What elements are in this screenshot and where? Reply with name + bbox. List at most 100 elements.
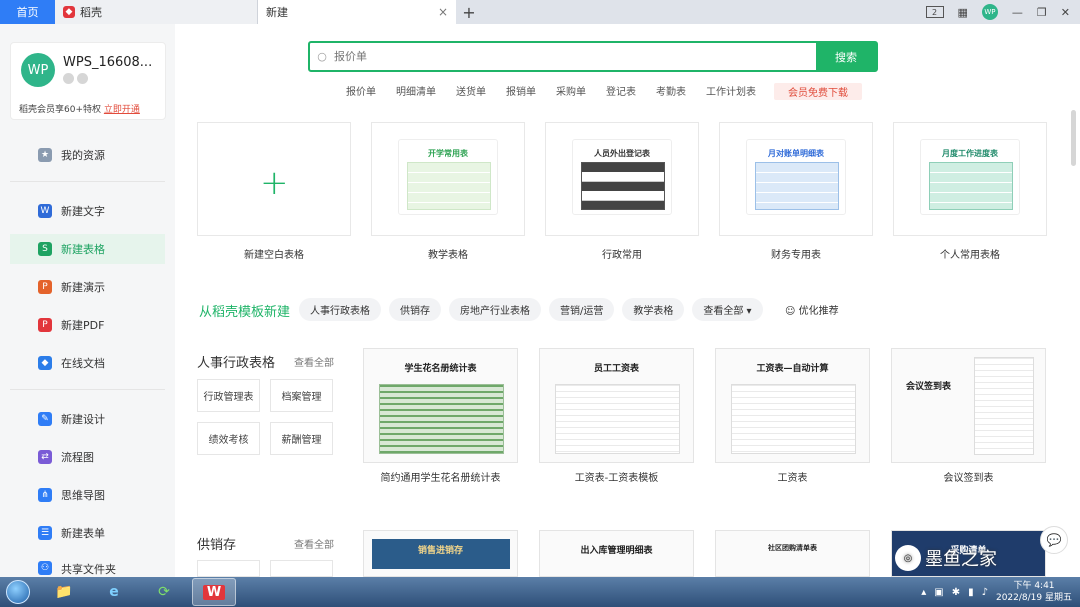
sidebar-item-online-doc[interactable]: ◆ 在线文档	[10, 348, 165, 378]
template-card[interactable]: 工资表—自动计算	[715, 348, 870, 463]
new-blank-sheet-card[interactable]: +	[197, 122, 351, 236]
template-label: 会议签到表	[943, 473, 994, 484]
search-input[interactable]	[334, 43, 816, 70]
search-button[interactable]: 搜索	[816, 43, 876, 70]
tab-new[interactable]: 新建 ×	[258, 0, 456, 24]
vip-download-badge[interactable]: 会员免费下载	[774, 83, 862, 100]
hotword-link[interactable]: 考勤表	[656, 83, 686, 100]
volume-icon[interactable]: ♪	[982, 587, 988, 598]
hotword-list: 报价单 明细清单 送货单 报销单 采购单 登记表 考勤表 工作计划表 会员免费下…	[346, 83, 882, 100]
thumb-rows	[731, 384, 856, 454]
account-avatar-icon[interactable]: WP	[981, 4, 998, 20]
category-chip[interactable]: 人事行政表格	[299, 298, 381, 321]
restore-icon[interactable]: ❐	[1037, 6, 1047, 19]
apps-grid-icon[interactable]: ▦	[958, 6, 968, 19]
sidebar-item-shared-folder[interactable]: ⚇ 共享文件夹	[10, 556, 165, 577]
clock-time: 下午 4:41	[1013, 581, 1055, 591]
template-card[interactable]: 员工工资表	[539, 348, 694, 463]
bluetooth-icon[interactable]: ✱	[952, 587, 960, 598]
vip-text: 稻壳会员享60+特权	[19, 105, 101, 115]
thumb-grid	[929, 162, 1013, 210]
hotword-link[interactable]: 采购单	[556, 83, 586, 100]
chat-icon[interactable]: 💬	[1040, 526, 1068, 554]
scrollbar[interactable]	[1071, 110, 1076, 166]
hotword-link[interactable]: 登记表	[606, 83, 636, 100]
thumb-title: 月对账单明细表	[768, 149, 824, 158]
refresh-app-icon[interactable]: ⟳	[142, 578, 186, 606]
subcategory-button[interactable]: 薪酬管理	[270, 422, 333, 455]
mindmap-icon: ⋔	[38, 488, 52, 502]
sidebar-item-mindmap[interactable]: ⋔ 思维导图	[10, 480, 165, 510]
tab-daoke[interactable]: ◆ 稻壳	[55, 0, 258, 24]
hotword-link[interactable]: 工作计划表	[706, 83, 756, 100]
sidebar-item-label: 新建演示	[61, 281, 105, 294]
wps-taskbar-icon[interactable]: W	[192, 578, 236, 606]
card-thumbnail: 开学常用表	[398, 139, 498, 215]
sidebar-item-my-resources[interactable]: ★ 我的资源	[10, 140, 165, 170]
template-card[interactable]: 会议签到表	[891, 348, 1046, 463]
windows-taskbar: 📁 e ⟳ W ▴ ▣ ✱ ▮ ♪ 下午 4:41 2022/8/19 星期五	[0, 577, 1080, 607]
view-all-dropdown[interactable]: 查看全部 ▾	[692, 298, 763, 321]
sidebar-item-new-doc[interactable]: W 新建文字	[10, 196, 165, 226]
thumb-grid	[755, 162, 839, 210]
category-chip[interactable]: 营销/运营	[549, 298, 615, 321]
start-button[interactable]	[0, 577, 36, 607]
personal-sheet-card[interactable]: 月度工作进度表	[893, 122, 1047, 236]
watermark: ◎ 墨鱼之家	[895, 545, 997, 571]
hotword-link[interactable]: 报销单	[506, 83, 536, 100]
sidebar-item-new-pdf[interactable]: P 新建PDF	[10, 310, 165, 340]
sidebar-item-label: 新建表单	[61, 527, 105, 540]
template-heading: 从稻壳模板新建	[199, 305, 291, 320]
ppt-icon: P	[38, 280, 52, 294]
close-tab-icon[interactable]: ×	[438, 5, 448, 19]
network-icon[interactable]: ▮	[968, 587, 974, 598]
category-chip[interactable]: 房地产行业表格	[449, 298, 541, 321]
sidebar-item-new-sheet[interactable]: S 新建表格	[10, 234, 165, 264]
sidebar-item-new-design[interactable]: ✎ 新建设计	[10, 404, 165, 434]
category-chip[interactable]: 供销存	[389, 298, 441, 321]
watermark-text: 墨鱼之家	[925, 549, 997, 570]
layout-icon[interactable]: 2	[925, 6, 944, 18]
subcategory-button[interactable]: 行政管理表	[197, 379, 260, 412]
explorer-icon[interactable]: 📁	[42, 578, 86, 606]
section-title: 供销存	[197, 538, 237, 553]
finance-sheet-card[interactable]: 月对账单明细表	[719, 122, 873, 236]
template-card[interactable]: 学生花名册统计表	[363, 348, 518, 463]
ie-icon[interactable]: e	[92, 578, 136, 606]
view-all-link[interactable]: 查看全部	[294, 354, 334, 369]
subcategory-button[interactable]	[197, 560, 260, 577]
tray-expand-icon[interactable]: ▴	[921, 587, 926, 598]
sheet-icon: S	[38, 242, 52, 256]
category-chip[interactable]: 教学表格	[622, 298, 685, 321]
teaching-sheet-card[interactable]: 开学常用表	[371, 122, 525, 236]
view-all-link[interactable]: 查看全部	[294, 536, 334, 551]
word-icon: W	[38, 204, 52, 218]
subcategory-button[interactable]: 档案管理	[270, 379, 333, 412]
vip-promo: 稻壳会员享60+特权 立即开通	[19, 102, 140, 115]
optimize-recommend[interactable]: ☺ 优化推荐	[785, 302, 839, 317]
user-card[interactable]: WP WPS_16608... 稻壳会员享60+特权 立即开通	[10, 42, 166, 120]
user-name: WPS_16608...	[63, 55, 153, 70]
template-card[interactable]: 销售进销存	[363, 530, 518, 577]
tray-app-icon[interactable]: ▣	[934, 587, 943, 598]
system-clock[interactable]: 下午 4:41 2022/8/19 星期五	[996, 580, 1072, 604]
subcategory-button[interactable]	[270, 560, 333, 577]
user-avatar[interactable]: WP	[21, 53, 55, 87]
admin-sheet-card[interactable]: 人员外出登记表	[545, 122, 699, 236]
thumb-rows	[555, 384, 680, 454]
sidebar-item-new-form[interactable]: ☰ 新建表单	[10, 518, 165, 548]
sidebar-item-flowchart[interactable]: ⇄ 流程图	[10, 442, 165, 472]
hotword-link[interactable]: 明细清单	[396, 83, 436, 100]
hotword-link[interactable]: 报价单	[346, 83, 376, 100]
template-card[interactable]: 出入库管理明细表	[539, 530, 694, 577]
hotword-link[interactable]: 送货单	[456, 83, 486, 100]
subcategory-button[interactable]: 绩效考核	[197, 422, 260, 455]
title-tab-bar: 首页 ◆ 稻壳 新建 × + 2 ▦ WP — ❐ ✕	[0, 0, 1080, 24]
template-card[interactable]: 社区团购清单表	[715, 530, 870, 577]
minimize-icon[interactable]: —	[1012, 6, 1023, 19]
vip-open-link[interactable]: 立即开通	[104, 105, 140, 115]
close-window-icon[interactable]: ✕	[1061, 6, 1070, 19]
add-tab-button[interactable]: +	[456, 0, 482, 24]
tab-home[interactable]: 首页	[0, 0, 55, 24]
sidebar-item-new-ppt[interactable]: P 新建演示	[10, 272, 165, 302]
